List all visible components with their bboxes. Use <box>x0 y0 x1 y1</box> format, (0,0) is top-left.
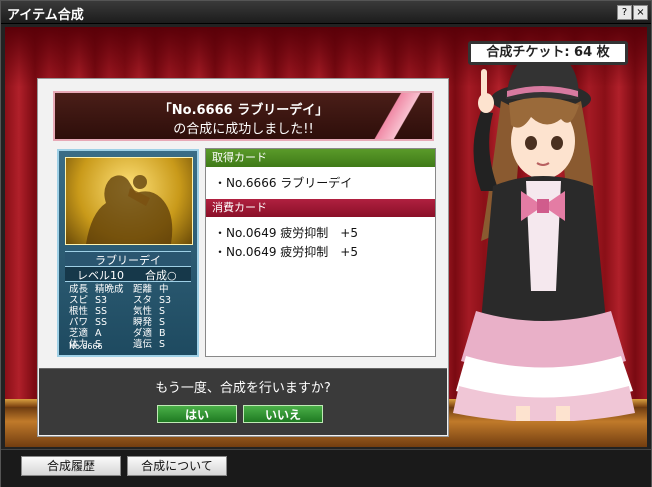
about-synthesis-button[interactable]: 合成について <box>127 456 227 476</box>
stat-label: 瞬発 <box>133 317 153 328</box>
stat-value: SS <box>95 306 108 317</box>
result-banner: 「No.6666 ラブリーデイ」 の合成に成功しました!! <box>53 91 434 141</box>
card-number: No.6666 <box>69 342 103 351</box>
horse-card-image <box>65 157 193 245</box>
stat-label: 成長 <box>69 284 89 295</box>
stat-label: スピ <box>69 295 89 306</box>
title-bar: アイテム合成 ? × <box>1 1 651 24</box>
result-card-title: 「No.6666 ラブリーデイ」 <box>158 103 329 118</box>
stat-label: 根性 <box>69 306 89 317</box>
card-level: レベル10 <box>77 269 124 282</box>
stat-value: S3 <box>159 295 172 306</box>
bottom-toolbar: 合成履歴 合成について <box>1 449 651 487</box>
card-synth-status: 合成○ <box>145 269 177 282</box>
stat-value: SS <box>95 317 108 328</box>
stat-label: パワ <box>69 317 89 328</box>
stat-label: 遺伝 <box>133 339 153 350</box>
stat-label: 気性 <box>133 306 153 317</box>
card-level-row: レベル10 合成○ <box>65 266 191 282</box>
stat-label: 芝適 <box>69 328 89 339</box>
close-button[interactable]: × <box>633 5 648 20</box>
no-button[interactable]: いいえ <box>243 405 323 423</box>
stat-value: S3 <box>95 295 108 306</box>
card-name: ラブリーデイ <box>65 251 191 267</box>
retry-question: もう一度、合成を行いますか? <box>155 381 331 396</box>
stat-label: スタ <box>133 295 153 306</box>
help-button[interactable]: ? <box>617 5 632 20</box>
stat-value: B <box>159 328 166 339</box>
yes-button[interactable]: はい <box>157 405 237 423</box>
confirm-bar: もう一度、合成を行いますか? はい いいえ <box>39 368 447 435</box>
stat-value: S <box>159 306 166 317</box>
window-title: アイテム合成 <box>7 8 84 23</box>
horse-icon <box>86 175 173 244</box>
ticket-counter: 合成チケット: 64 枚 <box>468 41 628 65</box>
stat-value: S <box>159 317 166 328</box>
guide-character-illustration <box>453 52 635 421</box>
stat-label: ダ適 <box>133 328 153 339</box>
consumed-card-item: ・No.0649 疲労抑制 +5 <box>214 245 358 259</box>
stat-label: 距離 <box>133 284 153 295</box>
result-message: の合成に成功しました!! <box>173 122 314 137</box>
consumed-card-header: 消費カード <box>206 199 435 217</box>
consumed-card-item: ・No.0649 疲労抑制 +5 <box>214 226 358 240</box>
stat-value: S <box>159 339 166 350</box>
card-stats: 成長 精晩成 距離中 スピ S3 スタ S3 根性 SS 気性 S パワ SS 瞬発 S 芝適 A ダ適 B… <box>69 284 193 350</box>
acquired-card-header: 取得カード <box>206 149 435 167</box>
stat-value: 中 <box>159 284 169 295</box>
acquired-card-item: ・No.6666 ラブリーデイ <box>214 176 353 190</box>
synthesis-history-button[interactable]: 合成履歴 <box>21 456 121 476</box>
stat-value: A <box>95 328 102 339</box>
horse-card: ラブリーデイ レベル10 合成○ 成長 精晩成 距離中 スピ S3 スタ S3 根性 SS 気… <box>57 149 199 357</box>
stat-value: 精晩成 <box>95 284 124 295</box>
synthesis-detail-box: 取得カード ・No.6666 ラブリーデイ 消費カード ・No.0649 疲労抑… <box>205 148 436 357</box>
item-synthesis-window: アイテム合成 ? × 合成チケット: 64 枚 「No.6666 ラブリーデイ」… <box>0 0 652 487</box>
